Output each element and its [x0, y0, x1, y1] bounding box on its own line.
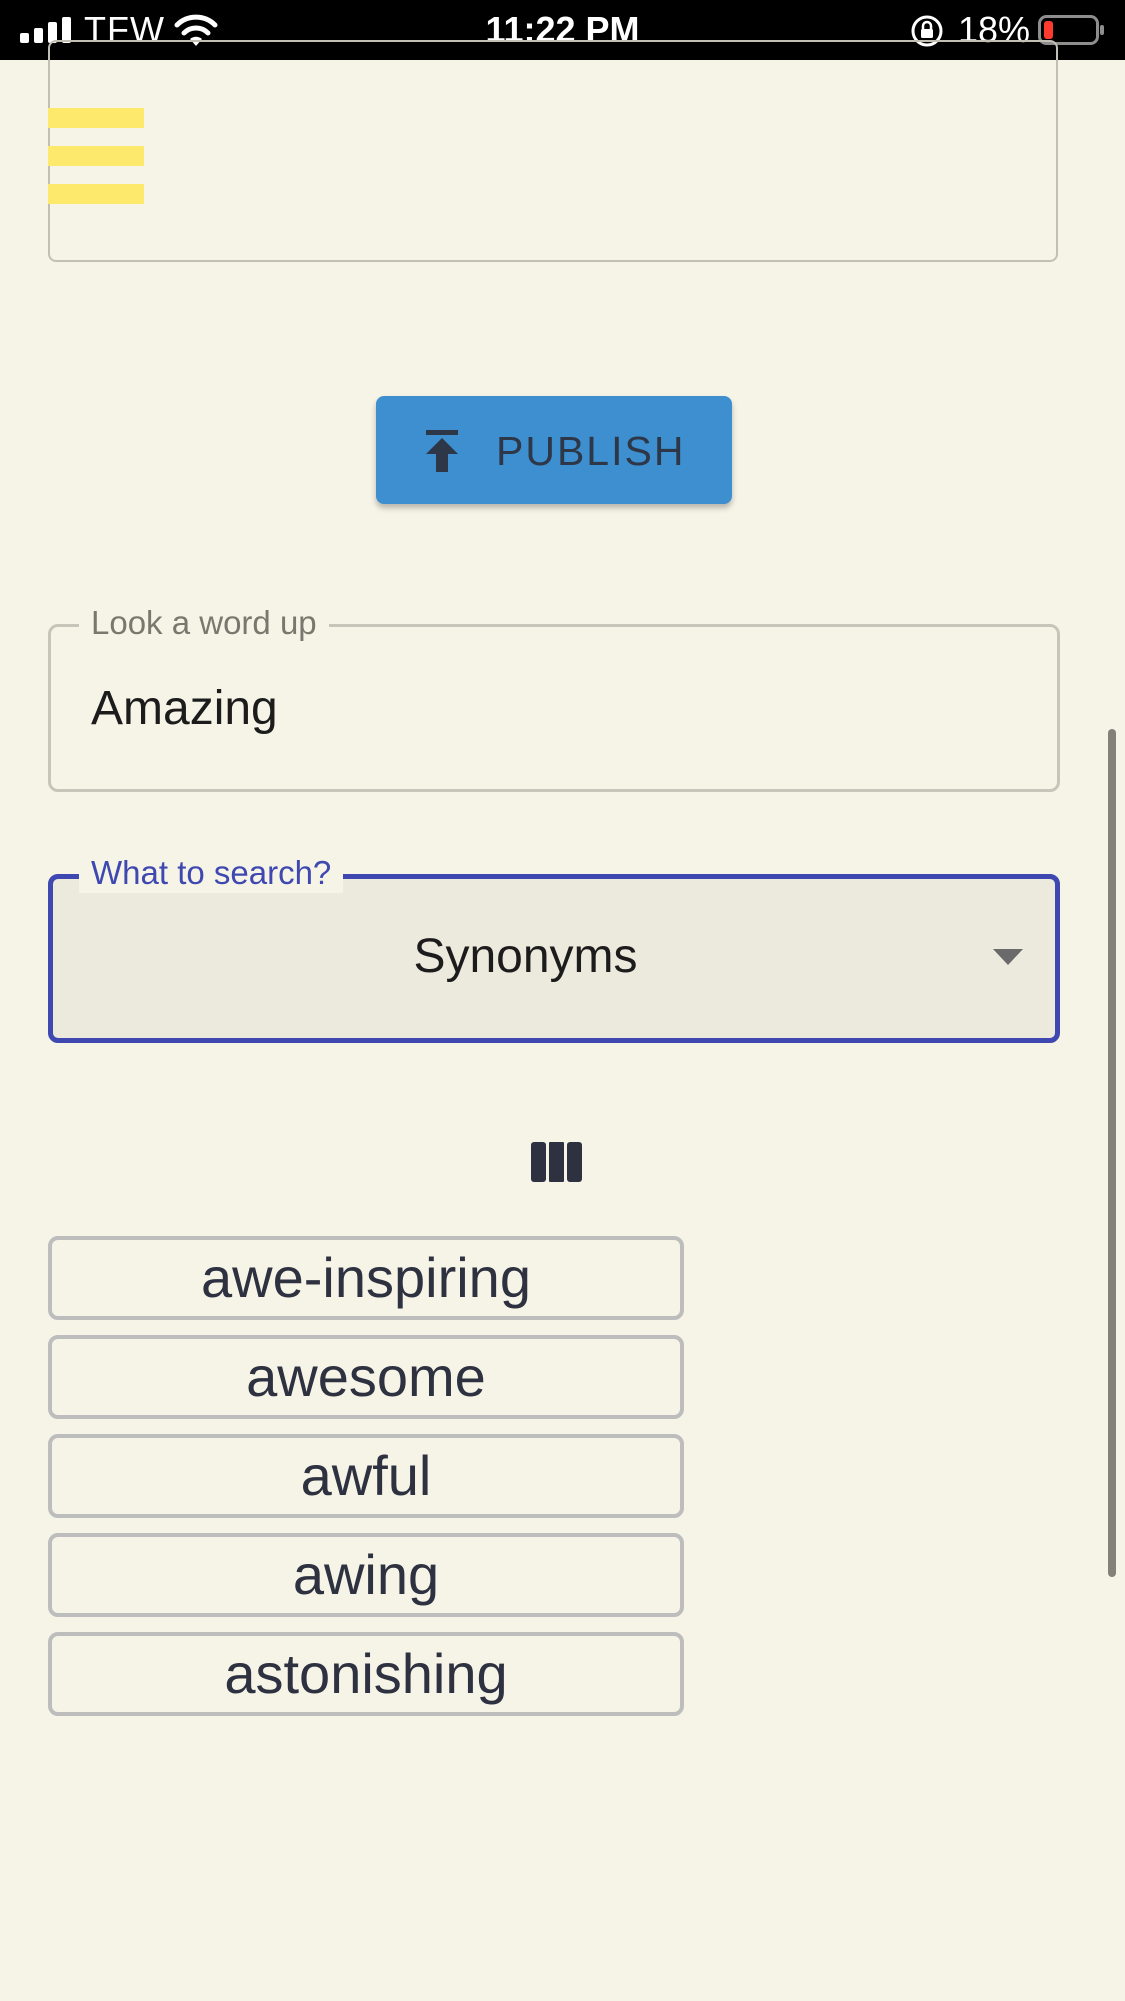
lookup-label: Look a word up: [79, 603, 329, 643]
view-columns-icon[interactable]: [531, 1142, 583, 1182]
result-item[interactable]: awful: [48, 1434, 684, 1518]
upload-icon: [426, 430, 458, 472]
result-item[interactable]: awe-inspiring: [48, 1236, 684, 1320]
hamburger-menu-icon[interactable]: [48, 108, 144, 204]
result-item[interactable]: awing: [48, 1533, 684, 1617]
results-list: awe-inspiring awesome awful awing astoni…: [48, 1236, 684, 1731]
scrollbar[interactable]: [1108, 729, 1116, 1577]
lookup-field[interactable]: Look a word up Amazing: [48, 603, 1060, 792]
publish-label: PUBLISH: [496, 428, 686, 474]
search-type-select[interactable]: What to search? Synonyms: [48, 853, 1060, 1043]
search-type-value[interactable]: Synonyms: [53, 929, 998, 985]
search-type-label: What to search?: [79, 853, 344, 893]
dropdown-arrow-icon[interactable]: [993, 949, 1023, 965]
publish-button[interactable]: PUBLISH: [376, 396, 732, 504]
editor-box[interactable]: [48, 40, 1058, 262]
result-item[interactable]: awesome: [48, 1335, 684, 1419]
lookup-input[interactable]: Amazing: [91, 681, 278, 737]
result-item[interactable]: astonishing: [48, 1632, 684, 1716]
